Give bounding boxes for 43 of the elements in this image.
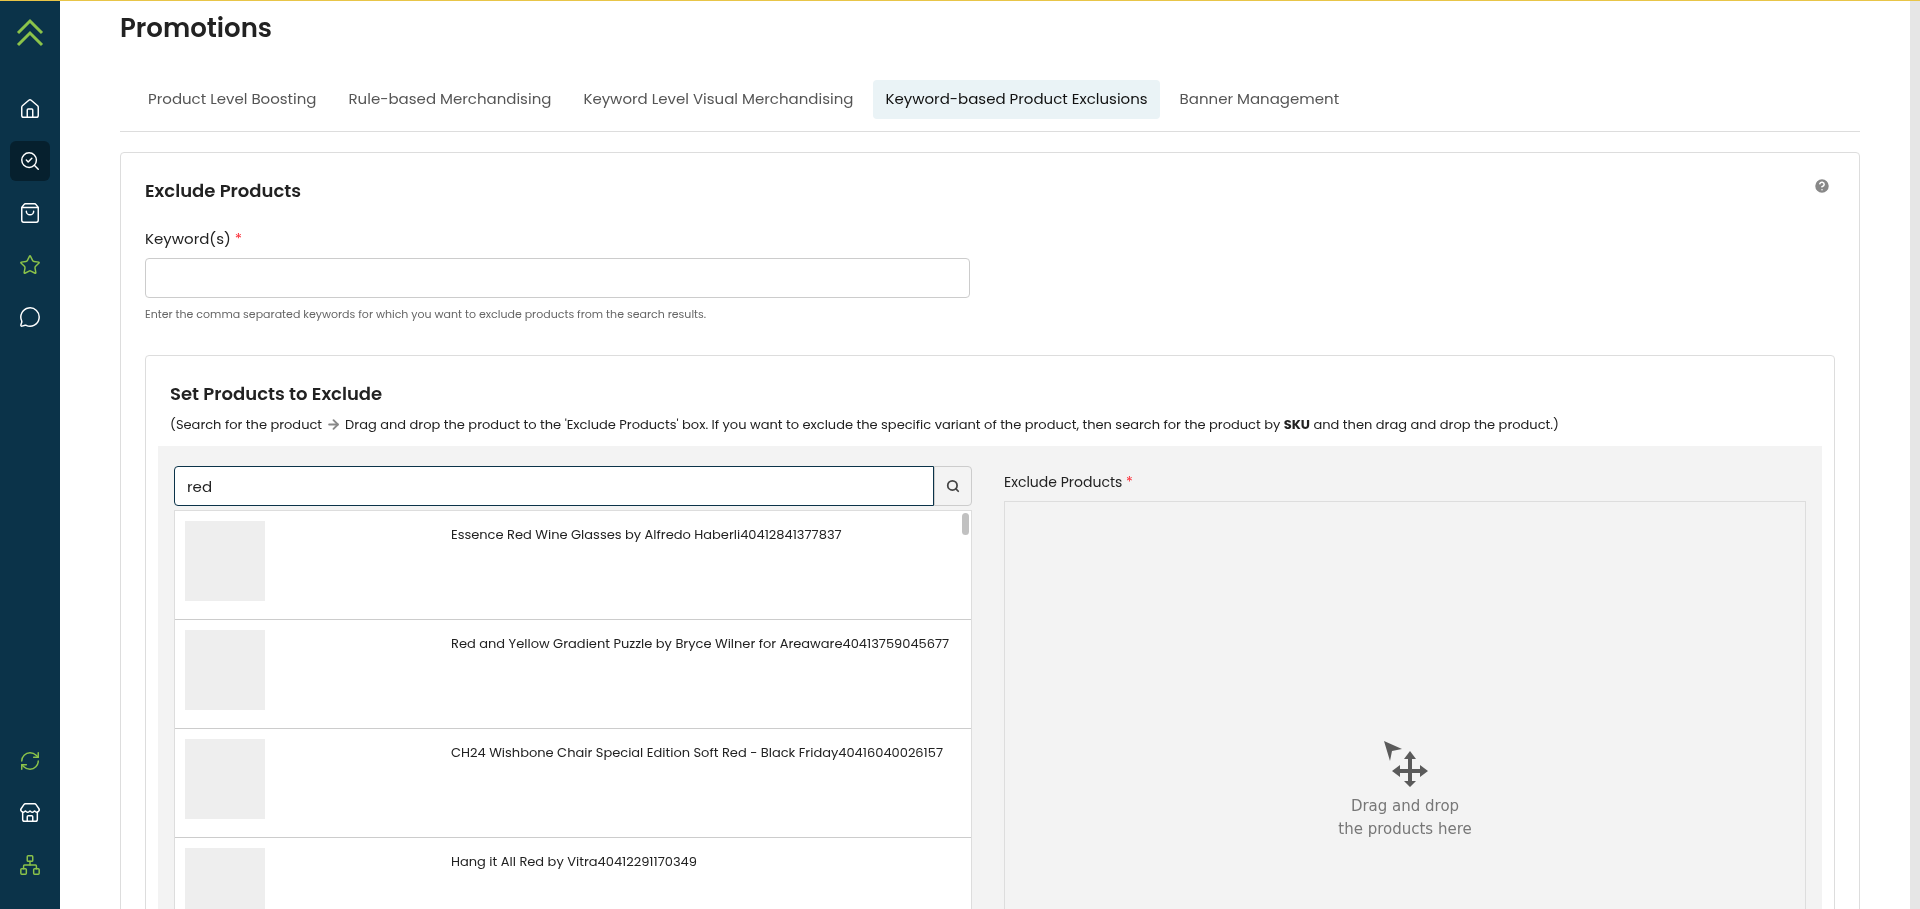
tab[interactable]: Banner Management bbox=[1167, 80, 1352, 119]
tab[interactable]: Rule-based Merchandising bbox=[336, 80, 564, 119]
scrollbar-thumb bbox=[962, 513, 969, 535]
arrow-right-icon bbox=[326, 416, 342, 432]
product-name: Red and Yellow Gradient Puzzle by Bryce Wilner for Areaware40413759045677 bbox=[451, 634, 950, 655]
drop-zone[interactable]: Drag and drop the products here bbox=[1004, 501, 1806, 909]
store-icon bbox=[19, 802, 41, 824]
tab[interactable]: Keyword-based Product Exclusions bbox=[873, 80, 1160, 119]
product-row[interactable]: Red and Yellow Gradient Puzzle by Bryce Wilner for Areaware40413759045677 bbox=[175, 620, 971, 729]
field-label: Exclude Products bbox=[1004, 472, 1123, 492]
chat-bubble-icon bbox=[19, 306, 41, 328]
page-title: Promotions bbox=[120, 9, 273, 48]
instruction-text: (Search for the product bbox=[170, 414, 323, 434]
required-mark: * bbox=[234, 227, 243, 249]
product-name: Essence Red Wine Glasses by Alfredo Haberli40412841377837 bbox=[451, 525, 842, 546]
tab[interactable]: Keyword Level Visual Merchandising bbox=[571, 80, 866, 119]
product-name: CH24 Wishbone Chair Special Edition Soft Red - Black Friday40416040026157 bbox=[451, 743, 944, 764]
drop-hint: the products here bbox=[1338, 818, 1472, 840]
star-icon bbox=[19, 254, 41, 276]
product-name: Hang it All Red by Vitra40412291170349 bbox=[451, 852, 697, 873]
help-icon bbox=[1813, 176, 1831, 195]
bag-icon bbox=[19, 202, 41, 224]
drop-hint: Drag and drop bbox=[1350, 796, 1460, 817]
search-icon bbox=[946, 479, 960, 493]
search-icon bbox=[19, 150, 41, 172]
required-mark: * bbox=[1126, 472, 1133, 492]
sidebar-item[interactable] bbox=[10, 141, 50, 181]
product-row[interactable]: Essence Red Wine Glasses by Alfredo Haberli40412841377837 bbox=[175, 511, 971, 620]
instruction-text: Drag and drop the product to the 'Exclude Products' box. If you want to exclude the specific variant of the product, then search for the product by SKU and then drag and drop the product.) bbox=[345, 414, 1559, 434]
help-text: Enter the comma separated keywords for which you want to exclude products from the search results. bbox=[145, 306, 708, 323]
home-icon bbox=[19, 98, 41, 120]
search-button[interactable] bbox=[934, 466, 972, 506]
product-search-field[interactable]: red bbox=[174, 466, 934, 506]
section-title: Exclude Products bbox=[145, 176, 302, 204]
tree-icon bbox=[19, 854, 41, 876]
sync-icon bbox=[19, 750, 41, 772]
product-row[interactable]: CH24 Wishbone Chair Special Edition Soft Red - Black Friday40416040026157 bbox=[175, 729, 971, 838]
section-title: Set Products to Exclude bbox=[169, 379, 384, 407]
field-label: Keyword(s) bbox=[145, 227, 231, 249]
keyword-input-field[interactable] bbox=[145, 258, 970, 298]
logo-icon bbox=[15, 17, 45, 49]
product-row[interactable]: Hang it All Red by Vitra40412291170349 bbox=[175, 838, 971, 909]
tab[interactable]: Product Level Boosting bbox=[136, 80, 329, 119]
